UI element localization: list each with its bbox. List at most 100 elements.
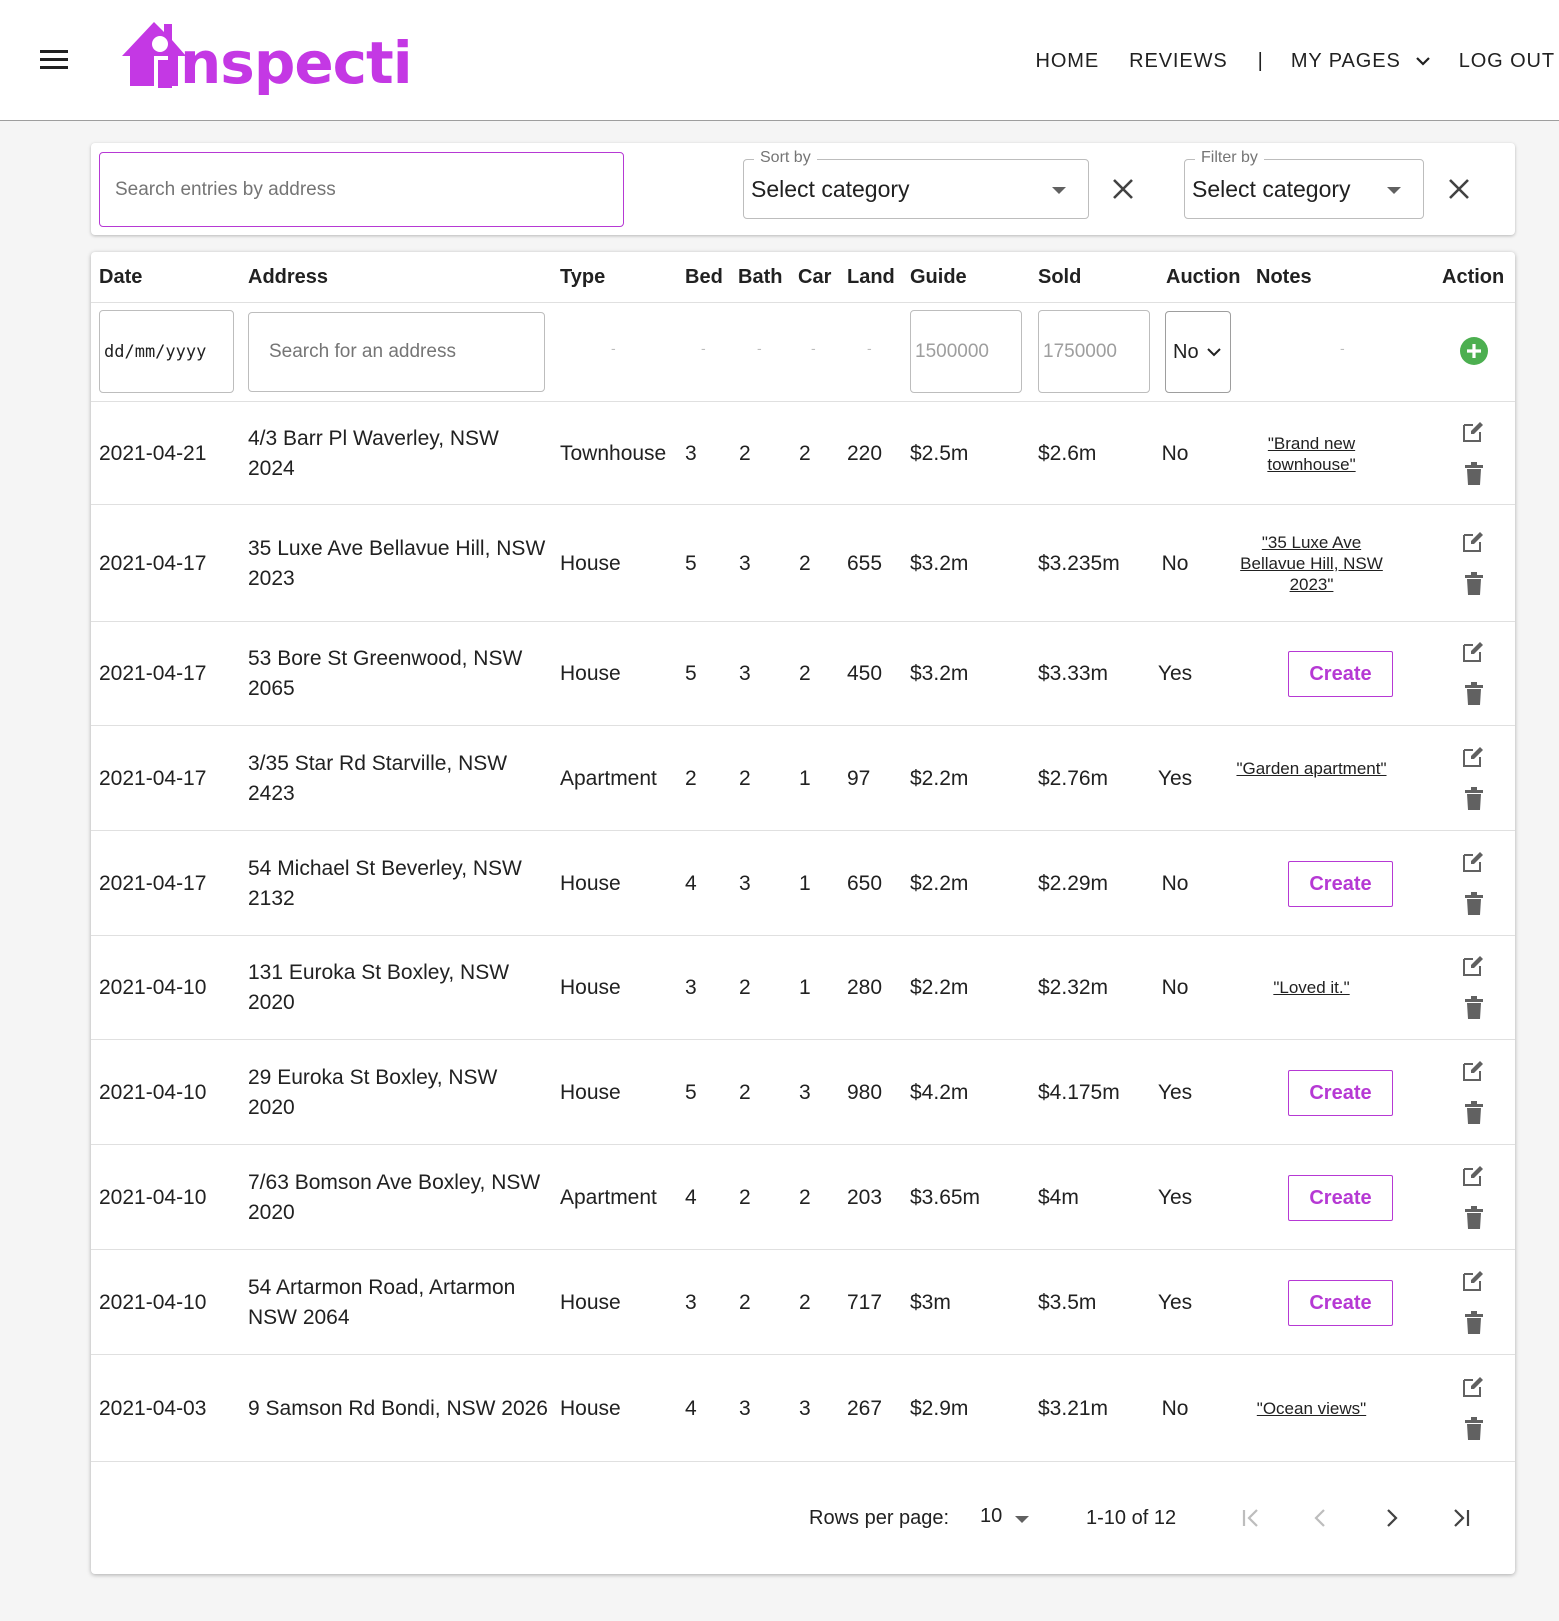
clear-filter-icon[interactable] xyxy=(1446,176,1472,202)
col-header-guide[interactable]: Guide xyxy=(910,266,967,289)
cell-date: 2021-04-03 xyxy=(99,1397,207,1420)
col-header-notes[interactable]: Notes xyxy=(1256,266,1312,289)
col-header-address[interactable]: Address xyxy=(248,266,328,289)
cell-bath: 2 xyxy=(739,976,751,999)
clear-sort-icon[interactable] xyxy=(1110,176,1136,202)
col-header-auction[interactable]: Auction xyxy=(1166,266,1240,289)
cell-sold: $2.29m xyxy=(1038,872,1109,895)
cell-auction: Yes xyxy=(1157,1291,1193,1314)
next-page-icon[interactable] xyxy=(1379,1506,1403,1530)
note-link[interactable]: "Brand new townhouse" xyxy=(1229,433,1394,475)
col-header-land[interactable]: Land xyxy=(847,266,895,289)
cell-type: Apartment xyxy=(560,1186,657,1209)
new-entry-auction-select[interactable]: No xyxy=(1165,311,1231,393)
cell-bed: 3 xyxy=(685,976,697,999)
first-page-icon[interactable] xyxy=(1239,1506,1263,1530)
col-header-date[interactable]: Date xyxy=(99,266,142,289)
edit-icon[interactable] xyxy=(1461,954,1485,978)
note-link[interactable]: "Loved it." xyxy=(1229,977,1394,998)
col-header-bath[interactable]: Bath xyxy=(738,266,782,289)
note-link[interactable]: "Ocean views" xyxy=(1229,1398,1394,1419)
delete-icon[interactable] xyxy=(1463,572,1485,596)
menu-icon[interactable] xyxy=(40,50,68,70)
edit-icon[interactable] xyxy=(1461,1059,1485,1083)
caret-down-icon[interactable] xyxy=(1015,1516,1029,1523)
delete-icon[interactable] xyxy=(1463,787,1485,811)
nav-my-pages[interactable]: MY PAGES xyxy=(1291,50,1401,73)
col-header-bed[interactable]: Bed xyxy=(685,266,723,289)
edit-icon[interactable] xyxy=(1461,1269,1485,1293)
new-entry-address-input[interactable] xyxy=(248,312,545,392)
edit-icon[interactable] xyxy=(1461,530,1485,554)
logo-wordmark: nspecti xyxy=(180,29,413,97)
sort-select[interactable]: Sort by Select category xyxy=(743,149,1089,219)
cell-bath: 2 xyxy=(739,1186,751,1209)
create-note-button[interactable]: Create xyxy=(1288,1175,1393,1221)
rows-per-page-label: Rows per page: xyxy=(809,1507,950,1529)
delete-icon[interactable] xyxy=(1463,462,1485,486)
delete-icon[interactable] xyxy=(1463,892,1485,916)
col-header-car[interactable]: Car xyxy=(798,266,831,289)
cell-sold: $2.76m xyxy=(1038,767,1109,790)
note-link[interactable]: "Garden apartment" xyxy=(1229,758,1394,779)
rows-per-page-select[interactable]: 10 xyxy=(980,1505,1002,1528)
nav-home[interactable]: HOME xyxy=(1036,50,1100,73)
add-entry-icon[interactable] xyxy=(1459,336,1489,366)
edit-icon[interactable] xyxy=(1461,640,1485,664)
cell-date: 2021-04-10 xyxy=(99,1291,207,1314)
prev-page-icon[interactable] xyxy=(1309,1506,1333,1530)
new-entry-guide-input[interactable] xyxy=(910,310,1022,393)
placeholder-dash: - xyxy=(1340,340,1345,356)
delete-icon[interactable] xyxy=(1463,1101,1485,1125)
nav-logout[interactable]: LOG OUT xyxy=(1459,50,1555,73)
cell-bed: 5 xyxy=(685,1081,697,1104)
create-note-button[interactable]: Create xyxy=(1288,651,1393,697)
nav-reviews[interactable]: REVIEWS xyxy=(1129,50,1228,73)
new-entry-sold-input[interactable] xyxy=(1038,310,1150,393)
edit-icon[interactable] xyxy=(1461,1164,1485,1188)
cell-address: 7/63 Bomson Ave Boxley, NSW 2020 xyxy=(248,1171,541,1224)
cell-type: House xyxy=(560,976,621,999)
edit-icon[interactable] xyxy=(1461,420,1485,444)
cell-date: 2021-04-10 xyxy=(99,1081,207,1104)
logo[interactable]: nspecti xyxy=(118,16,418,112)
filter-select[interactable]: Filter by Select category xyxy=(1184,149,1424,219)
cell-date: 2021-04-17 xyxy=(99,872,207,895)
placeholder-dash: - xyxy=(867,340,872,356)
create-note-button[interactable]: Create xyxy=(1288,861,1393,907)
cell-land: 220 xyxy=(847,442,883,465)
edit-icon[interactable] xyxy=(1461,850,1485,874)
delete-icon[interactable] xyxy=(1463,682,1485,706)
cell-auction: Yes xyxy=(1157,767,1193,790)
search-entries-input[interactable] xyxy=(99,152,624,227)
cell-land: 980 xyxy=(847,1081,883,1104)
cell-type: Apartment xyxy=(560,767,657,790)
cell-date: 2021-04-17 xyxy=(99,552,207,575)
nav-my-pages-dropdown[interactable]: MY PAGES xyxy=(1291,50,1431,73)
cell-land: 203 xyxy=(847,1186,883,1209)
delete-icon[interactable] xyxy=(1463,1311,1485,1335)
col-header-type[interactable]: Type xyxy=(560,266,605,289)
create-note-button[interactable]: Create xyxy=(1288,1280,1393,1326)
cell-address: 35 Luxe Ave Bellavue Hill, NSW 2023 xyxy=(248,537,546,590)
cell-address: 54 Michael St Beverley, NSW 2132 xyxy=(248,857,522,910)
note-link[interactable]: "35 Luxe Ave Bellavue Hill, NSW 2023" xyxy=(1229,532,1394,595)
auction-select-value: No xyxy=(1173,341,1199,363)
cell-guide: $3.2m xyxy=(910,552,969,575)
cell-bed: 3 xyxy=(685,442,697,465)
create-note-button[interactable]: Create xyxy=(1288,1070,1393,1116)
delete-icon[interactable] xyxy=(1463,1206,1485,1230)
col-header-sold[interactable]: Sold xyxy=(1038,266,1081,289)
cell-car: 1 xyxy=(799,767,811,790)
delete-icon[interactable] xyxy=(1463,1417,1485,1441)
cell-address: 53 Bore St Greenwood, NSW 2065 xyxy=(248,647,523,700)
chevron-down-icon[interactable] xyxy=(1415,53,1431,69)
nav-separator: | xyxy=(1257,49,1263,72)
edit-icon[interactable] xyxy=(1461,745,1485,769)
edit-icon[interactable] xyxy=(1461,1375,1485,1399)
cell-type: House xyxy=(560,552,621,575)
delete-icon[interactable] xyxy=(1463,996,1485,1020)
last-page-icon[interactable] xyxy=(1449,1506,1473,1530)
cell-bed: 2 xyxy=(685,767,697,790)
new-entry-date-input[interactable]: dd/mm/yyyy xyxy=(99,310,234,393)
